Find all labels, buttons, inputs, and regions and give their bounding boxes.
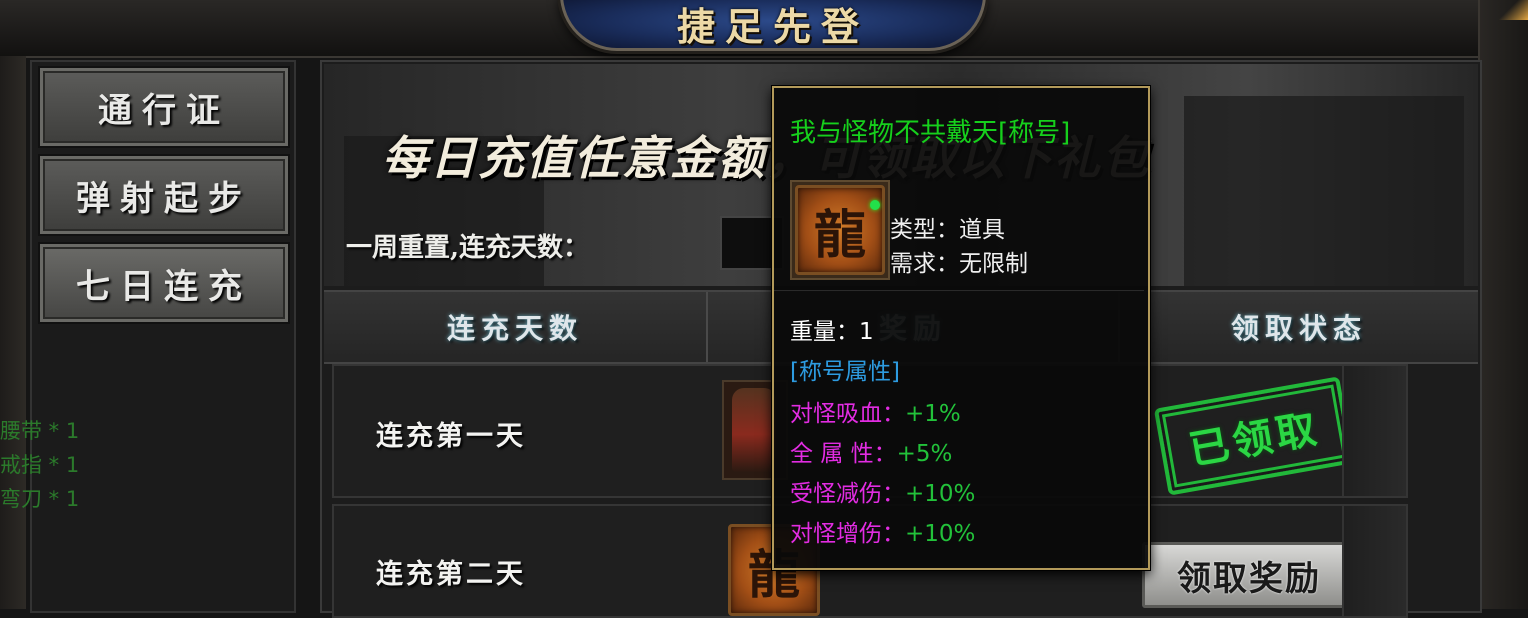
title-plate: 捷足先登 [560,0,986,51]
close-corner-icon[interactable] [1498,0,1528,20]
item-icon-frame: 龍 [790,180,890,280]
list-item: 腰带 * 1 [0,419,80,443]
sidebar-item-seven-day-recharge[interactable]: 七日连充 [40,244,288,322]
sidebar-item-label: 弹射起步 [76,178,252,219]
sidebar: 通行证 弹射起步 七日连充 [30,60,296,613]
list-item: 弯刀 * 1 [0,487,80,511]
column-header-status: 领取状态 [1230,312,1367,345]
row-ornament [1342,366,1406,496]
column-header-days: 连充天数 [446,312,583,345]
reset-label: 一周重置,连充天数： [346,233,590,263]
day-label: 连充第二天 [376,559,526,590]
item-name: 我与怪物不共戴天[称号] [790,118,1071,148]
right-frame [1478,0,1528,609]
warrior-figure-icon [732,388,776,472]
claim-reward-button[interactable]: 领取奖励 [1142,542,1356,608]
attribute-line: 受怪减伤：+10% [790,481,976,507]
attribute-line: 全 属 性：+5% [790,441,953,467]
item-type: 类型：道具 [890,217,1005,243]
dragon-emblem-icon: 龍 [795,185,885,275]
item-tooltip: 我与怪物不共戴天[称号] 龍 类型：道具 需求：无限制 重量：1 [称号属性] … [772,86,1150,570]
item-weight: 重量：1 [790,319,874,345]
sidebar-item-battle-pass[interactable]: 通行证 [40,68,288,146]
item-requirement: 需求：无限制 [890,251,1028,277]
item-drop-list: 腰带 * 1 戒指 * 1 弯刀 * 1 [0,414,100,516]
window-title: 捷足先登 [676,3,869,49]
attribute-header: [称号属性] [790,359,900,385]
sidebar-item-ejection-start[interactable]: 弹射起步 [40,156,288,234]
sidebar-item-label: 七日连充 [76,266,252,307]
tooltip-divider [774,290,1144,291]
top-frame: 捷足先登 [0,0,1528,58]
left-frame [0,56,26,609]
banner-art [1184,96,1464,286]
attribute-line: 对怪吸血：+1% [790,401,961,427]
day-label: 连充第一天 [376,421,526,452]
sidebar-item-label: 通行证 [98,90,230,131]
row-ornament [1342,506,1406,616]
list-item: 戒指 * 1 [0,453,80,477]
gem-indicator-icon [870,200,880,210]
claimed-stamp: 已领取 [1153,376,1355,496]
attribute-line: 对怪增伤：+10% [790,521,976,547]
